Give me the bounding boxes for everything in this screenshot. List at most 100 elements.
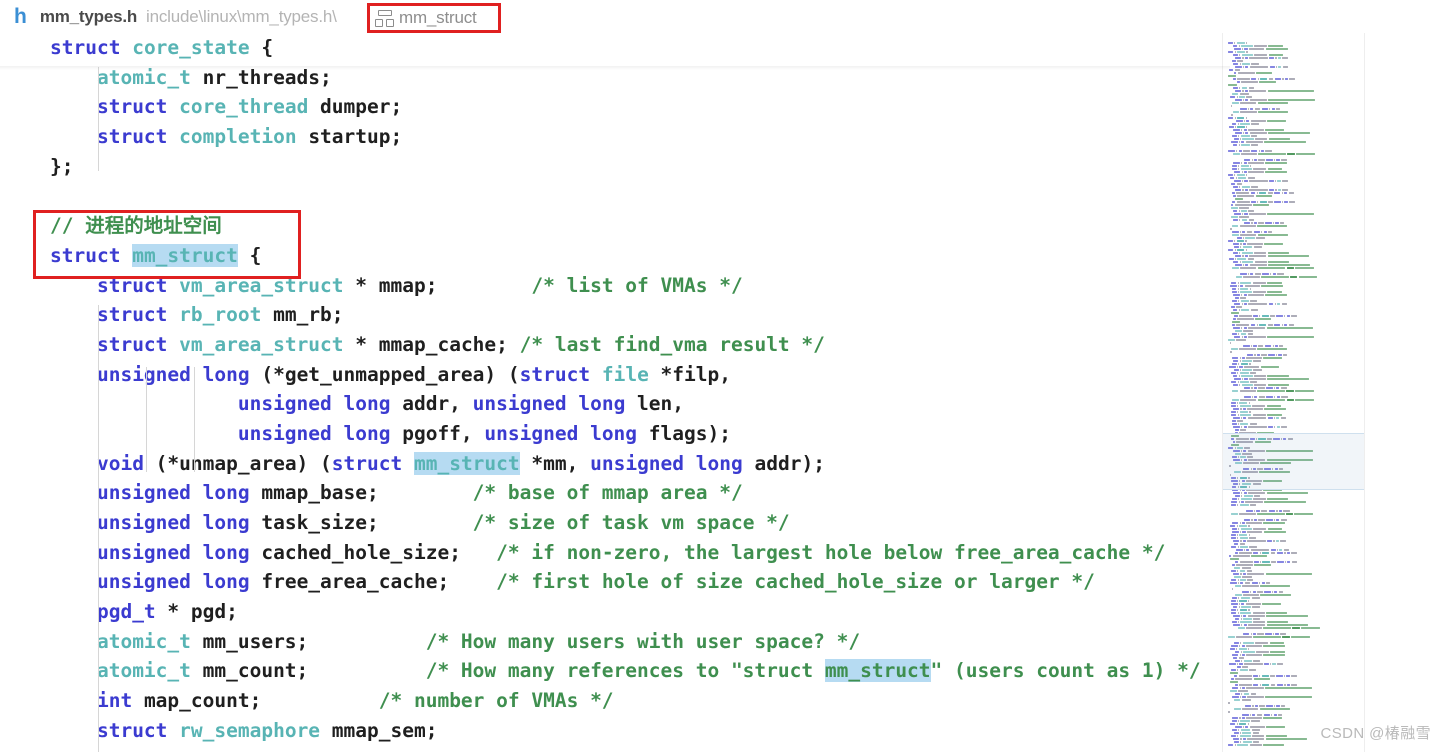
minimap-token	[1252, 660, 1261, 662]
minimap-token	[1267, 528, 1283, 530]
code-line[interactable]: void (*unmap_area) (struct mm_struct *mm…	[0, 449, 1230, 479]
minimap-token	[1249, 744, 1262, 746]
code-line[interactable]: struct vm_area_struct * mmap; /* list of…	[0, 271, 1230, 301]
minimap-token	[1241, 144, 1251, 146]
minimap-token	[1248, 294, 1264, 296]
minimap-token	[1266, 726, 1286, 728]
code-line[interactable]: int map_count; /* number of VMAs */	[0, 686, 1230, 716]
code-line[interactable]: struct mm_struct {	[0, 241, 1230, 271]
minimap-token	[1236, 666, 1241, 668]
minimap-token	[1274, 591, 1278, 593]
code-line[interactable]	[0, 181, 1230, 211]
code-line[interactable]: struct rb_root mm_rb;	[0, 300, 1230, 330]
code-line[interactable]: pgd_t * pgd;	[0, 597, 1230, 627]
minimap-token	[1239, 231, 1241, 233]
code-line[interactable]: unsigned long task_size; /* size of task…	[0, 508, 1230, 538]
code-line[interactable]: atomic_t mm_users; /* How many users wit…	[0, 627, 1230, 657]
minimap-token	[1256, 237, 1265, 239]
minimap-token	[1240, 651, 1242, 653]
code-editor[interactable]: struct core_state { atomic_t nr_threads;…	[0, 33, 1445, 752]
code-line[interactable]: // 进程的地址空间	[0, 211, 1230, 241]
minimap-token	[1241, 384, 1253, 386]
vertical-scrollbar-track[interactable]	[1366, 33, 1386, 752]
code-token: mm_rb;	[261, 303, 344, 327]
minimap-token	[1295, 399, 1315, 401]
minimap-token	[1236, 150, 1238, 152]
minimap-token	[1252, 414, 1266, 416]
minimap-token	[1243, 663, 1263, 665]
code-text-area[interactable]: struct core_state { atomic_t nr_threads;…	[0, 33, 1230, 752]
minimap-token	[1240, 300, 1249, 302]
minimap-token	[1231, 183, 1236, 185]
minimap-token	[1237, 423, 1240, 425]
minimap-token	[1231, 621, 1237, 623]
minimap-token	[1240, 111, 1257, 113]
minimap-token	[1242, 264, 1244, 266]
code-token: /* first hole of size cached_hole_size o…	[496, 570, 1095, 594]
minimap-token	[1231, 288, 1237, 290]
code-line[interactable]: atomic_t nr_threads;	[0, 63, 1230, 93]
minimap-token	[1249, 423, 1258, 425]
code-line[interactable]: unsigned long cached_hole_size; /* if no…	[0, 538, 1230, 568]
minimap-token	[1294, 513, 1314, 515]
minimap-token	[1236, 96, 1238, 98]
minimap-viewport-slider[interactable]	[1222, 433, 1364, 490]
minimap-token	[1251, 201, 1256, 203]
minimap-token	[1238, 525, 1248, 527]
minimap-token	[1242, 330, 1253, 332]
code-line[interactable]: unsigned long mmap_base; /* base of mmap…	[0, 478, 1230, 508]
code-line[interactable]: struct core_state {	[0, 33, 1230, 63]
minimap-token	[1287, 153, 1295, 155]
minimap-token	[1267, 375, 1289, 377]
code-token: unsigned	[96, 570, 191, 594]
minimap-token	[1262, 645, 1285, 647]
minimap-token	[1264, 243, 1283, 245]
minimap-token	[1240, 288, 1249, 290]
code-line[interactable]: unsigned long free_area_cache; /* first …	[0, 567, 1230, 597]
code-line[interactable]: struct core_thread dumper;	[0, 92, 1230, 122]
minimap-token	[1246, 354, 1254, 356]
code-line[interactable]: struct vm_area_struct * mmap_cache; /* l…	[0, 330, 1230, 360]
code-line[interactable]: };	[0, 152, 1230, 182]
minimap-token	[1253, 291, 1267, 293]
code-line[interactable]: struct rw_semaphore mmap_sem;	[0, 716, 1230, 746]
breadcrumb-filename[interactable]: mm_types.h	[40, 7, 137, 27]
minimap-token	[1241, 360, 1252, 362]
minimap-token	[1238, 135, 1240, 137]
minimap-token	[1249, 66, 1269, 68]
breadcrumb-path[interactable]: include\linux\mm_types.h\	[146, 7, 337, 27]
minimap-token	[1276, 663, 1283, 665]
minimap-token	[1257, 234, 1288, 236]
minimap-token	[1265, 735, 1287, 737]
minimap-token	[1254, 54, 1268, 56]
minimap-token	[1247, 177, 1255, 179]
code-line[interactable]: unsigned long pgoff, unsigned long flags…	[0, 419, 1230, 449]
minimap-token	[1238, 675, 1252, 677]
code-token: mm_count;	[190, 659, 426, 683]
minimap-token	[1249, 411, 1251, 413]
code-line[interactable]: unsigned long (*get_unmapped_area) (stru…	[0, 360, 1230, 390]
minimap-token	[1231, 306, 1236, 308]
minimap-token	[1239, 684, 1253, 686]
breadcrumb-symbol-item[interactable]: mm_struct	[367, 3, 501, 33]
minimap-token	[1242, 408, 1247, 410]
minimap-token	[1232, 606, 1238, 608]
code-line[interactable]: struct completion startup;	[0, 122, 1230, 152]
minimap-token	[1242, 237, 1245, 239]
minimap-token	[1239, 366, 1243, 368]
code-token: mm_struct	[413, 451, 520, 475]
minimap-token	[1231, 513, 1238, 515]
minimap-token	[1290, 675, 1297, 677]
minimap-token	[1242, 591, 1249, 593]
code-line[interactable]: atomic_t mm_count; /* How many reference…	[0, 656, 1230, 686]
minimap-token	[1253, 315, 1259, 317]
minimap-token	[1267, 90, 1315, 92]
minimap-token	[1245, 42, 1248, 44]
code-line[interactable]: unsigned long addr, unsigned long len,	[0, 389, 1230, 419]
code-token: };	[50, 154, 74, 178]
code-minimap[interactable]	[1222, 33, 1364, 752]
minimap-token	[1230, 105, 1233, 107]
minimap-token	[1232, 333, 1238, 335]
minimap-token	[1230, 723, 1236, 725]
minimap-token	[1239, 645, 1241, 647]
